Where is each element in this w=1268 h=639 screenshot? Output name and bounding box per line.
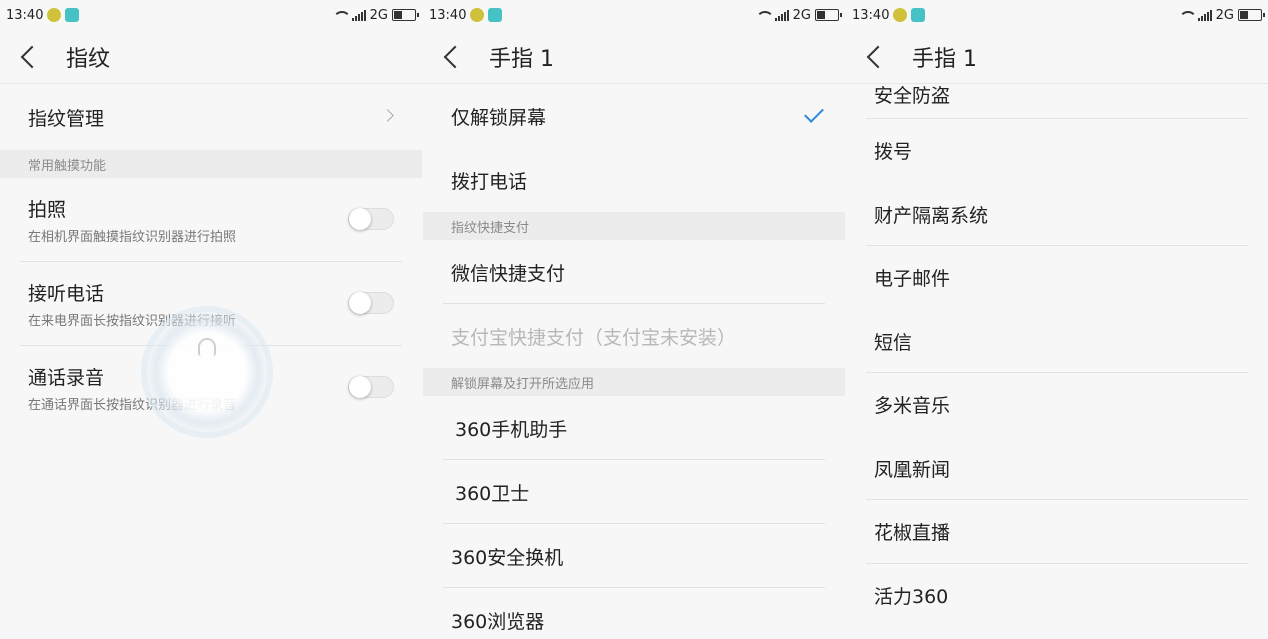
app-item[interactable]: 财产隔离系统 [846,183,1268,247]
back-arrow-icon[interactable] [20,45,44,68]
page-title: 手指 1 [912,46,977,72]
app-item[interactable]: 短信 [846,310,1268,374]
status-bar: 13:40 2G [423,0,845,30]
network-type: 2G [792,7,811,23]
screen-finger-1-apps: 13:40 2G 手指 1 安全防盗 拨号 财产隔离系统 电子邮件 短信 多米音… [846,0,1268,639]
wifi-icon [332,9,351,21]
app-label: 凤凰新闻 [874,458,951,481]
app-item[interactable]: 360浏览器 [423,588,845,639]
app-label: 360卫士 [455,482,530,505]
app-item[interactable]: 360手机助手 [423,396,845,460]
battery-icon [1238,9,1265,21]
battery-icon [815,9,842,21]
toggle-row-photo[interactable]: 拍照 在相机界面触摸指纹识别器进行拍照 [0,178,422,262]
option-label: 仅解锁屏幕 [451,106,547,129]
app-notification-icon [911,8,926,22]
toggle-title: 接听电话 [28,283,105,305]
checkmark-icon [804,103,824,123]
status-bar: 13:40 2G [846,0,1268,30]
app-item[interactable]: 安全防盗 [846,70,1268,119]
app-label: 花椒直播 [874,522,951,545]
floating-assist-button[interactable] [147,312,267,432]
section-header: 常用触摸功能 [0,150,422,178]
app-notification-icon [488,8,503,22]
battery-icon [392,9,419,21]
app-label: 短信 [874,331,913,354]
app-label: 电子邮件 [874,268,951,291]
item-label: 指纹管理 [28,107,105,130]
option-unlock-only[interactable]: 仅解锁屏幕 [423,84,845,148]
app-label: 360安全换机 [451,546,564,569]
app-label: 多米音乐 [874,395,951,418]
wifi-icon [1178,9,1197,21]
status-time: 13:40 [429,7,467,23]
screen-fingerprint: 13:40 2G 指纹 指纹管理 常用触摸功能 拍照 在相机界面触摸指纹识别器进… [0,0,422,639]
status-time: 13:40 [6,7,44,23]
section-header-apps: 解锁屏幕及打开所选应用 [423,368,845,396]
app-item[interactable]: 凤凰新闻 [846,437,1268,501]
answer-call-toggle[interactable] [348,292,394,314]
section-header-payment: 指纹快捷支付 [423,212,845,240]
app-label: 财产隔离系统 [874,204,989,227]
option-dial-phone[interactable]: 拨打电话 [423,148,845,212]
signal-icon [1197,9,1212,21]
photo-toggle[interactable] [348,208,394,230]
app-label: 360浏览器 [451,610,545,633]
page-header: 指纹 [0,30,422,84]
notification-icon [893,8,908,22]
app-item[interactable]: 360安全换机 [423,524,845,588]
notification-icon [470,8,485,22]
option-alipay: 支付宝快捷支付（支付宝未安装） [423,304,845,368]
option-label: 拨打电话 [451,170,528,193]
app-item[interactable]: 活力360 [846,564,1268,628]
app-item[interactable]: 花椒直播 [846,500,1268,564]
status-time: 13:40 [852,7,890,23]
chevron-right-icon [381,109,394,122]
app-label: 安全防盗 [874,85,951,107]
app-label: 活力360 [874,585,949,608]
app-item[interactable]: 拨号 [846,119,1268,183]
wifi-icon [755,9,774,21]
app-notification-icon [65,8,80,22]
signal-icon [774,9,789,21]
call-recording-toggle[interactable] [348,376,394,398]
page-title: 指纹 [66,46,111,72]
fingerprint-management-item[interactable]: 指纹管理 [0,84,422,150]
option-label: 微信快捷支付 [451,262,566,285]
option-label: 支付宝快捷支付（支付宝未安装） [451,326,737,349]
network-type: 2G [1215,7,1234,23]
status-bar: 13:40 2G [0,0,422,30]
notification-icon [47,8,62,22]
app-item[interactable]: 多米音乐 [846,373,1268,437]
bell-icon [198,338,216,356]
back-arrow-icon[interactable] [443,45,467,68]
app-item[interactable]: 360卫士 [423,460,845,524]
screen-finger-1: 13:40 2G 手指 1 仅解锁屏幕 拨打电话 指纹快捷支付 微信快捷支付 支… [423,0,845,639]
page-header: 手指 1 [423,30,845,84]
option-wechat-pay[interactable]: 微信快捷支付 [423,240,845,304]
app-label: 拨号 [874,141,913,164]
signal-icon [351,9,366,21]
screens: 13:40 2G 指纹 指纹管理 常用触摸功能 拍照 在相机界面触摸指纹识别器进… [0,0,1268,639]
app-label: 360手机助手 [455,418,568,441]
toggle-title: 拍照 [28,199,67,221]
toggle-subtitle: 在相机界面触摸指纹识别器进行拍照 [28,230,237,245]
app-item[interactable]: 电子邮件 [846,246,1268,310]
network-type: 2G [369,7,388,23]
page-title: 手指 1 [489,46,554,72]
back-arrow-icon[interactable] [866,45,890,68]
